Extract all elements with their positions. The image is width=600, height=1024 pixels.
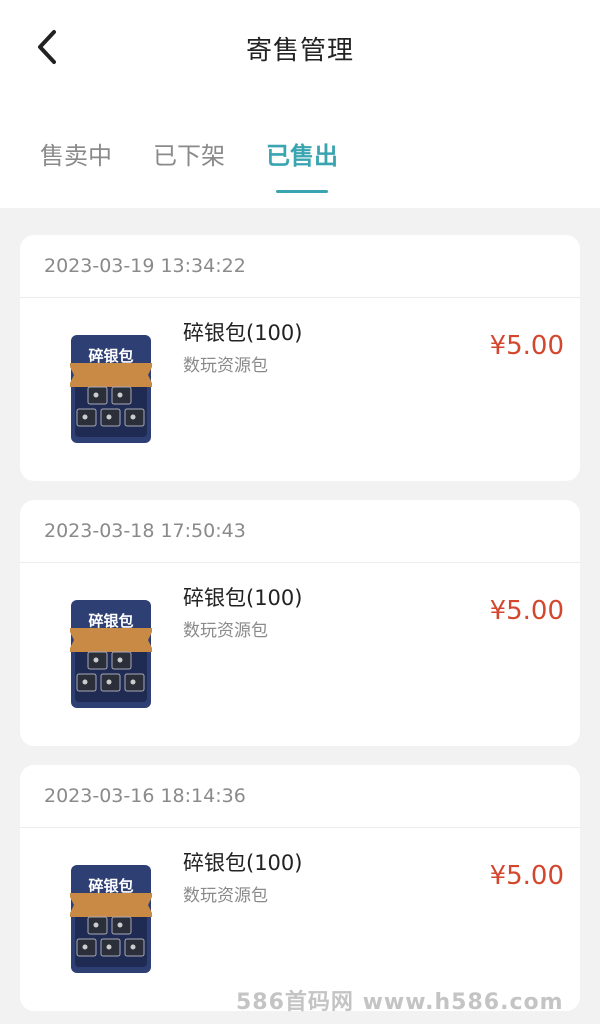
page-title: 寄售管理 <box>245 36 354 66</box>
header: 寄售管理 售卖中 已下架 已售出 <box>0 0 600 208</box>
thumb-label: 碎银包 <box>88 612 133 630</box>
thumb-label: 碎银包 <box>88 877 133 895</box>
order-date: 2023-03-19 13:34:22 <box>44 255 246 277</box>
tab-sold[interactable]: 已售出 <box>266 136 338 171</box>
watermark: 586首码网 www.h586.com <box>236 990 564 1015</box>
tab-active-indicator <box>276 190 328 193</box>
divider <box>20 562 580 563</box>
divider <box>20 297 580 298</box>
item-price: ¥5.00 <box>489 331 564 361</box>
order-card[interactable]: 2023-03-16 18:14:36 碎银包 碎银包(100) 数玩资源包 ¥… <box>20 765 580 1011</box>
order-date: 2023-03-18 17:50:43 <box>44 520 246 542</box>
order-card[interactable]: 2023-03-19 13:34:22 碎银包 碎银包(100) 数玩资源包 ¥… <box>20 235 580 481</box>
item-subtitle: 数玩资源包 <box>183 621 268 641</box>
silver-pack-thumbnail: 碎银包 <box>70 600 152 708</box>
item-subtitle: 数玩资源包 <box>183 886 268 906</box>
order-card[interactable]: 2023-03-18 17:50:43 碎银包 碎银包(100) 数玩资源包 ¥… <box>20 500 580 746</box>
item-name: 碎银包(100) <box>183 586 303 610</box>
divider <box>20 827 580 828</box>
item-name: 碎银包(100) <box>183 321 303 345</box>
item-name: 碎银包(100) <box>183 851 303 875</box>
item-price: ¥5.00 <box>489 861 564 891</box>
tab-delisted[interactable]: 已下架 <box>153 136 225 171</box>
tab-selling[interactable]: 售卖中 <box>40 136 112 171</box>
silver-pack-thumbnail: 碎银包 <box>70 335 152 443</box>
silver-pack-thumbnail: 碎银包 <box>70 865 152 973</box>
order-date: 2023-03-16 18:14:36 <box>44 785 246 807</box>
item-price: ¥5.00 <box>489 596 564 626</box>
item-subtitle: 数玩资源包 <box>183 356 268 376</box>
thumb-label: 碎银包 <box>88 347 133 365</box>
